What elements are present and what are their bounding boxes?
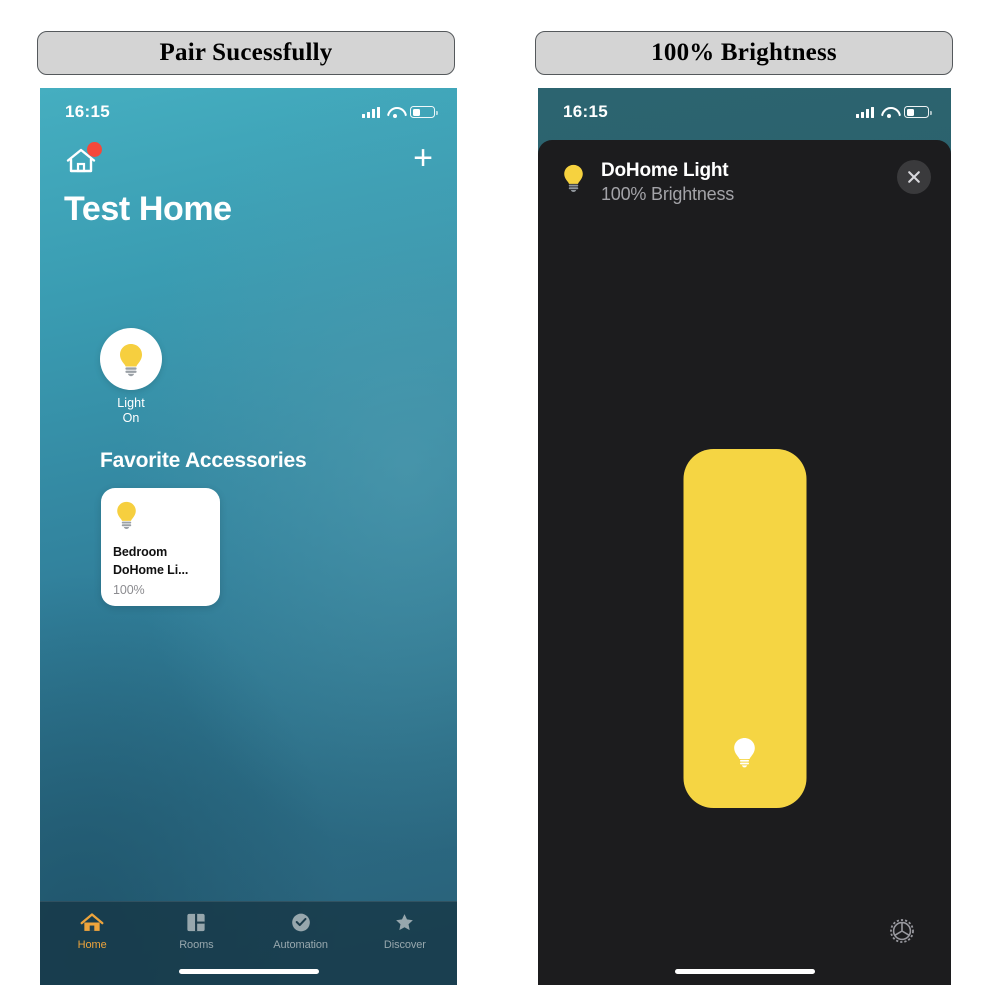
close-button[interactable]: [897, 160, 931, 194]
accessory-icon: [113, 499, 208, 535]
brightness-slider[interactable]: [683, 449, 806, 808]
signal-bars-icon: [362, 106, 380, 118]
status-chip-circle: [100, 328, 162, 390]
favorites-section-title: Favorite Accessories: [100, 449, 307, 472]
close-icon: [908, 171, 920, 183]
lightbulb-icon: [120, 344, 142, 377]
sheet-header: DoHome Light 100% Brightness: [538, 140, 951, 205]
tab-home[interactable]: Home: [40, 911, 144, 951]
status-chip-light[interactable]: Light On: [100, 328, 162, 426]
lightbulb-icon: [734, 737, 755, 768]
gear-icon: [890, 919, 914, 943]
accessory-room: Bedroom: [113, 545, 168, 559]
wifi-icon: [881, 106, 897, 118]
signal-bars-icon: [856, 106, 874, 118]
home-header-row: +: [64, 136, 433, 184]
tab-automation[interactable]: Automation: [249, 911, 353, 951]
tab-rooms-label: Rooms: [179, 939, 214, 951]
accessory-detail-sheet: DoHome Light 100% Brightness: [538, 140, 951, 985]
add-accessory-button[interactable]: +: [413, 141, 433, 180]
status-bar-left: 16:15: [40, 88, 457, 136]
sheet-title: DoHome Light: [601, 160, 729, 181]
sheet-lightbulb-icon: [560, 162, 587, 198]
battery-icon: [410, 106, 438, 118]
battery-icon: [904, 106, 932, 118]
tab-home-label: Home: [77, 939, 107, 951]
phone-screen-detail: 16:15 DoHome Light 100% Brightness: [538, 88, 951, 985]
home-indicator-right[interactable]: [674, 969, 815, 974]
status-chip-labels: Light On: [100, 396, 162, 426]
home-icon: [80, 913, 104, 931]
brightness-slider-fill: [683, 449, 806, 808]
sheet-subtitle: 100% Brightness: [601, 184, 735, 204]
phone-screen-home: 16:15 + Test Home Light On Favorite Acce…: [40, 88, 457, 985]
accessory-card[interactable]: Bedroom DoHome Li... 100%: [101, 488, 220, 606]
wifi-icon: [387, 106, 403, 118]
home-header: + Test Home: [40, 136, 457, 229]
status-icons: [362, 106, 438, 118]
page-title: Test Home: [64, 190, 232, 228]
status-chip-line1: Light: [117, 396, 145, 410]
home-icon[interactable]: [64, 142, 102, 175]
caption-brightness: 100% Brightness: [535, 31, 953, 75]
star-icon: [396, 914, 414, 931]
tab-rooms[interactable]: Rooms: [144, 911, 248, 951]
status-chip-line2: On: [122, 410, 140, 425]
status-time: 16:15: [65, 102, 110, 121]
status-icons: [856, 106, 932, 118]
notification-badge: [87, 142, 102, 157]
accessory-name: DoHome Li...: [113, 562, 189, 577]
accessory-value: 100%: [113, 582, 145, 597]
tab-discover[interactable]: Discover: [353, 911, 457, 951]
status-time: 16:15: [563, 102, 608, 121]
clock-check-icon: [291, 913, 310, 932]
settings-button[interactable]: [886, 915, 918, 947]
status-bar-right: 16:15: [538, 88, 951, 136]
comparison-board: Pair Sucessfully 100% Brightness 16:15 +…: [0, 0, 1000, 1000]
rooms-icon: [187, 913, 205, 932]
sheet-text-block: DoHome Light 100% Brightness: [601, 160, 897, 205]
home-indicator-left[interactable]: [178, 969, 319, 974]
tab-discover-label: Discover: [383, 939, 426, 951]
tab-automation-label: Automation: [273, 939, 328, 951]
caption-pair-successfully: Pair Sucessfully: [37, 31, 455, 75]
